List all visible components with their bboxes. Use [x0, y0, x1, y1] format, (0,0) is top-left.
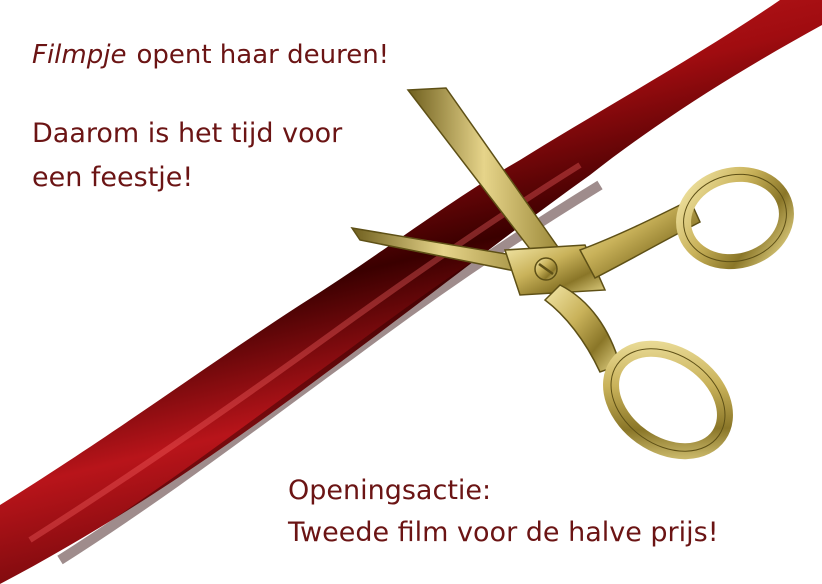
opening-card: Filmpje opent haar deuren! Daarom is het … [0, 0, 822, 584]
promo-line-2: Tweede film voor de halve prijs! [288, 517, 719, 548]
brand-name: Filmpje [32, 40, 127, 70]
headline-rest: opent haar deuren! [136, 40, 390, 70]
tagline: Daarom is het tijd voor een feestje! [32, 112, 342, 200]
tagline-line-2: een feestje! [32, 162, 194, 193]
promo-text: Openingsactie: Tweede film voor de halve… [288, 470, 719, 554]
promo-line-1: Openingsactie: [288, 475, 492, 506]
tagline-line-1: Daarom is het tijd voor [32, 118, 343, 149]
headline: Filmpje opent haar deuren! [32, 38, 389, 72]
